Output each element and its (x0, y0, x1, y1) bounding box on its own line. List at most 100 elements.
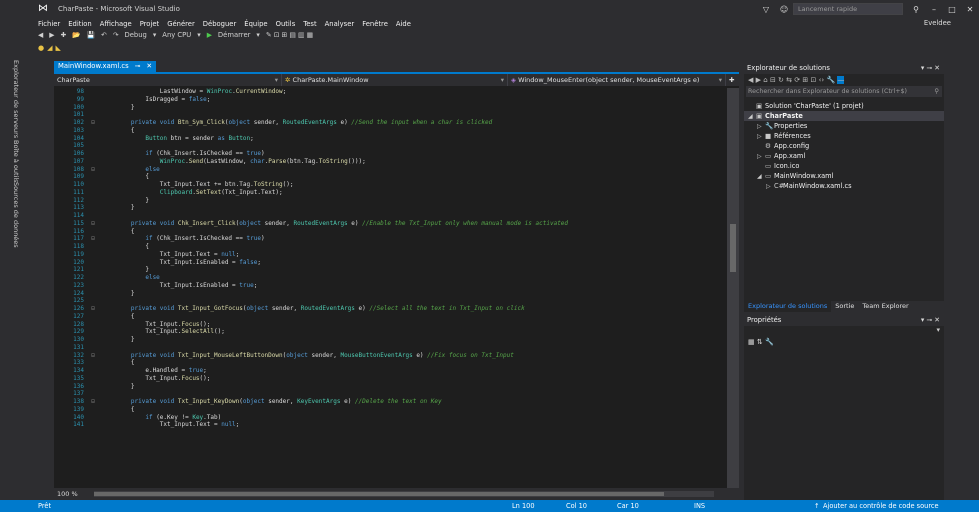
code-line[interactable]: 126 ⊟ private void Txt_Input_GotFocus(obj… (54, 305, 726, 313)
code-line[interactable]: 104 Button btn = sender as Button; (54, 135, 726, 143)
tree-node[interactable]: ◢ ▣ CharPaste (744, 111, 944, 121)
minimize-button[interactable]: – (925, 5, 943, 14)
quick-launch-input[interactable]: Lancement rapide (793, 3, 903, 15)
code-line[interactable]: 124 } (54, 290, 726, 298)
code-line[interactable]: 103 { (54, 127, 726, 135)
code-line[interactable]: 99 IsDragged = false; (54, 96, 726, 104)
chevron-down-icon[interactable]: ▾ (256, 31, 259, 39)
member-dropdown[interactable]: ◈ Window_MouseEnter(object sender, Mouse… (508, 74, 726, 86)
code-line[interactable]: 137 (54, 390, 726, 398)
panel-controls[interactable]: ▾ ⊸ ✕ (921, 63, 940, 74)
code-line[interactable]: 110 Txt_Input.Text += btn.Tag.ToString()… (54, 181, 726, 189)
close-tab-icon[interactable]: ✕ (146, 61, 152, 72)
tab-solution-explorer[interactable]: Explorateur de solutions (744, 301, 832, 312)
tab-data-sources[interactable]: Sources de données (12, 182, 20, 248)
menu-item[interactable]: Outils (276, 20, 296, 28)
tab-output[interactable]: Sortie (831, 301, 858, 312)
close-button[interactable]: ✕ (961, 5, 979, 14)
code-line[interactable]: 130 } (54, 336, 726, 344)
maximize-button[interactable]: □ (943, 5, 961, 14)
tab-server-explorer[interactable]: Explorateur de serveurs (12, 60, 20, 138)
add-to-source-control[interactable]: Ajouter au contrôle de code source (823, 500, 939, 512)
code-line[interactable]: 108 ⊟ else (54, 166, 726, 174)
code-line[interactable]: 117 ⊟ if (Chk_Insert.IsChecked == true) (54, 235, 726, 243)
code-line[interactable]: 118 { (54, 243, 726, 251)
tree-node[interactable]: ▷ ▭ App.xaml (744, 151, 944, 161)
code-line[interactable]: 128 Txt_Input.Focus(); (54, 321, 726, 329)
code-line[interactable]: 131 (54, 344, 726, 352)
code-line[interactable]: 98 LastWindow = WinProc.CurrentWindow; (54, 88, 726, 96)
panel-controls[interactable]: ▾ ⊸ ✕ (921, 315, 940, 326)
platform-select[interactable]: Any CPU (162, 31, 191, 39)
split-icon[interactable]: ✚ (726, 74, 739, 86)
menu-item[interactable]: Fichier (38, 20, 60, 28)
code-line[interactable]: 105 (54, 142, 726, 150)
code-line[interactable]: 125 (54, 297, 726, 305)
code-line[interactable]: 115 ⊟ private void Chk_Insert_Click(objec… (54, 220, 726, 228)
filter-icon[interactable]: ▽ (757, 5, 775, 14)
code-line[interactable]: 107 WinProc.Send(LastWindow, char.Parse(… (54, 158, 726, 166)
fold-marker[interactable]: ⊟ (84, 166, 102, 174)
menu-item[interactable]: Analyser (325, 20, 355, 28)
code-line[interactable]: 140 if (e.Key != Key.Tab) (54, 414, 726, 422)
document-tab[interactable]: MainWindow.xaml.cs ⊸ ✕ (54, 61, 157, 72)
project-dropdown[interactable]: CharPaste ▾ (54, 74, 282, 86)
code-line[interactable]: 134 e.Handled = true; (54, 367, 726, 375)
tree-node[interactable]: ▷ 🔧Properties (744, 121, 944, 131)
tab-team-explorer[interactable]: Team Explorer (858, 301, 912, 312)
tree-node[interactable]: ◢ ▭ MainWindow.xaml (744, 171, 944, 181)
code-line[interactable]: 127 { (54, 313, 726, 321)
menu-item[interactable]: Déboguer (203, 20, 237, 28)
code-line[interactable]: 123 Txt_Input.IsEnabled = true; (54, 282, 726, 290)
preview-icon[interactable]: — (837, 76, 845, 84)
tab-toolbox[interactable]: Boîte à outils (12, 140, 20, 183)
menu-item[interactable]: Affichage (100, 20, 132, 28)
tree-node[interactable]: ▷ ■ Références (744, 131, 944, 141)
horizontal-scroll-thumb[interactable] (94, 492, 664, 496)
property-pages-icon[interactable]: 🔧 (765, 338, 774, 346)
search-icon[interactable]: ⚲ (907, 5, 925, 14)
code-line[interactable]: 119 Txt_Input.Text = null; (54, 251, 726, 259)
code-line[interactable]: 129 Txt_Input.SelectAll(); (54, 328, 726, 336)
forward-icon[interactable]: ▶ (756, 76, 761, 84)
open-icon[interactable]: 📂 (72, 31, 80, 39)
categorized-icon[interactable]: ▦ (748, 338, 755, 346)
bookmark-prev-icon[interactable]: ◢ (47, 44, 52, 52)
code-area[interactable]: 98 LastWindow = WinProc.CurrentWindow; 99… (54, 88, 726, 488)
code-line[interactable]: 116 { (54, 228, 726, 236)
view-code-icon[interactable]: ‹› (819, 76, 825, 84)
code-line[interactable]: 139 { (54, 406, 726, 414)
code-line[interactable]: 111 Clipboard.SetText(Txt_Input.Text); (54, 189, 726, 197)
expand-arrow-icon[interactable]: ▷ (766, 182, 774, 192)
user-account[interactable]: Eveldee (924, 18, 951, 29)
pin-icon[interactable]: ⊸ (135, 61, 141, 72)
toolbar-extra-icons[interactable]: ✎ ⊡ ⊞ ▤ ▥ ▦ (266, 31, 313, 39)
menu-item[interactable]: Edition (68, 20, 92, 28)
fold-marker[interactable]: ⊟ (84, 119, 102, 127)
code-line[interactable]: 114 (54, 212, 726, 220)
code-editor[interactable]: CharPaste ▾ ✲ CharPaste.MainWindow ▾ ◈ Win… (54, 72, 739, 500)
fold-marker[interactable]: ⊟ (84, 235, 102, 243)
new-project-icon[interactable]: ✚ (60, 31, 66, 39)
menu-item[interactable]: Test (303, 20, 316, 28)
code-line[interactable]: 136 } (54, 383, 726, 391)
code-line[interactable]: 102 ⊟ private void Btn_Sym_Click(object s… (54, 119, 726, 127)
sync-icon[interactable]: ⇆ (786, 76, 792, 84)
menu-item[interactable]: Équipe (244, 20, 267, 28)
undo-icon[interactable]: ↶ (101, 31, 107, 39)
chevron-down-icon[interactable]: ▾ (153, 31, 156, 39)
code-line[interactable]: 135 Txt_Input.Focus(); (54, 375, 726, 383)
alphabetical-icon[interactable]: ⇅ (757, 338, 763, 346)
switch-views-icon[interactable]: ⊟ (770, 76, 776, 84)
search-icon[interactable]: ⚲ (934, 86, 939, 97)
code-line[interactable]: 132 ⊟ private void Txt_Input_MouseLeftBut… (54, 352, 726, 360)
code-line[interactable]: 112 } (54, 197, 726, 205)
redo-icon[interactable]: ↷ (113, 31, 119, 39)
fold-marker[interactable]: ⊟ (84, 352, 102, 360)
code-line[interactable]: 133 { (54, 359, 726, 367)
tree-node[interactable]: ▷ C#MainWindow.xaml.cs (744, 181, 944, 191)
fold-marker[interactable]: ⊟ (84, 305, 102, 313)
refresh-icon[interactable]: ⟳ (794, 76, 800, 84)
start-button[interactable]: Démarrer (218, 31, 251, 39)
horizontal-scrollbar[interactable] (94, 491, 714, 497)
